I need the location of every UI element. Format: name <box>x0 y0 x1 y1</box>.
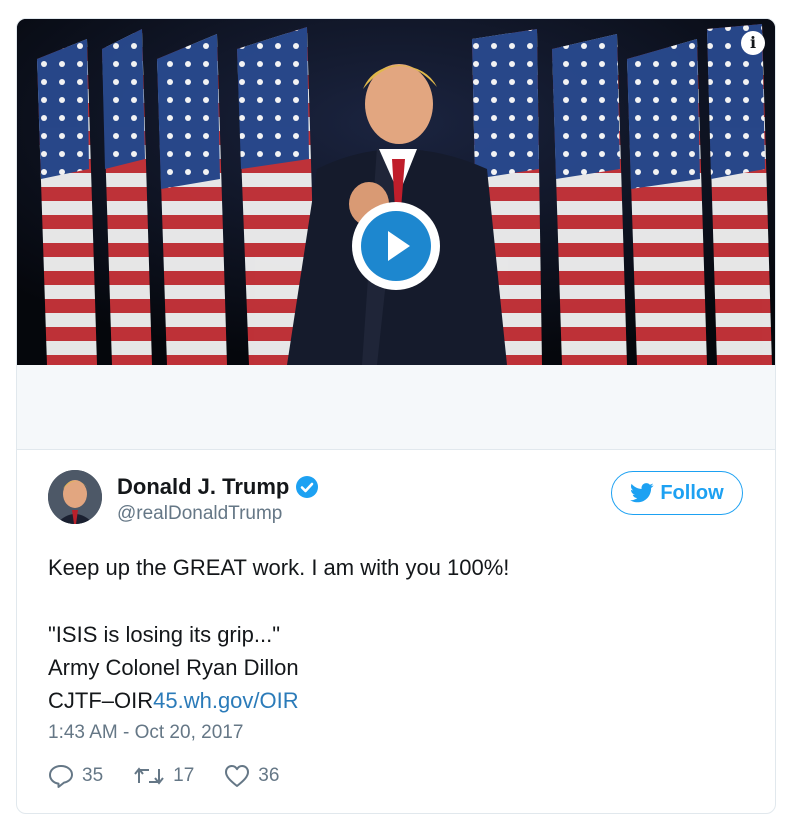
tweet-link[interactable]: 45.wh.gov/OIR <box>153 688 299 713</box>
twitter-bird-icon <box>630 483 654 503</box>
media-footer <box>17 365 775 450</box>
tweet-actions: 35 17 36 <box>48 764 309 788</box>
follow-label: Follow <box>660 481 724 504</box>
play-button[interactable] <box>352 202 440 290</box>
play-icon <box>361 211 431 281</box>
retweet-button[interactable]: 17 <box>133 765 194 787</box>
avatar[interactable] <box>48 470 102 524</box>
follow-button[interactable]: Follow <box>611 471 743 515</box>
tweet-line: Army Colonel Ryan Dillon <box>48 655 299 680</box>
author-name-row[interactable]: Donald J. Trump <box>117 474 319 500</box>
like-button[interactable]: 36 <box>224 764 279 788</box>
tweet-card[interactable]: i Donald J. Trump @realDonaldTrump Follo… <box>16 18 776 814</box>
tweet-line-prefix: CJTF–OIR <box>48 688 154 713</box>
heart-icon <box>225 765 250 787</box>
flags-background-image <box>17 19 775 365</box>
reply-icon <box>49 765 73 788</box>
retweet-icon <box>134 767 164 785</box>
like-count: 36 <box>258 765 280 786</box>
tweet-line: CJTF–OIR45.wh.gov/OIR <box>48 684 748 717</box>
retweet-count: 17 <box>173 765 195 786</box>
tweet-text: Keep up the GREAT work. I am with you 10… <box>48 551 748 717</box>
verified-badge-icon <box>296 476 319 498</box>
video-thumbnail[interactable]: i <box>17 19 775 365</box>
tweet-line: "ISIS is losing its grip..." <box>48 622 281 647</box>
reply-count: 35 <box>82 765 104 786</box>
info-icon[interactable]: i <box>741 31 765 55</box>
tweet-timestamp[interactable]: 1:43 AM - Oct 20, 2017 <box>48 722 243 744</box>
author-handle[interactable]: @realDonaldTrump <box>117 503 282 525</box>
reply-button[interactable]: 35 <box>48 764 103 788</box>
tweet-line: Keep up the GREAT work. I am with you 10… <box>48 555 510 580</box>
display-name[interactable]: Donald J. Trump <box>117 474 289 500</box>
